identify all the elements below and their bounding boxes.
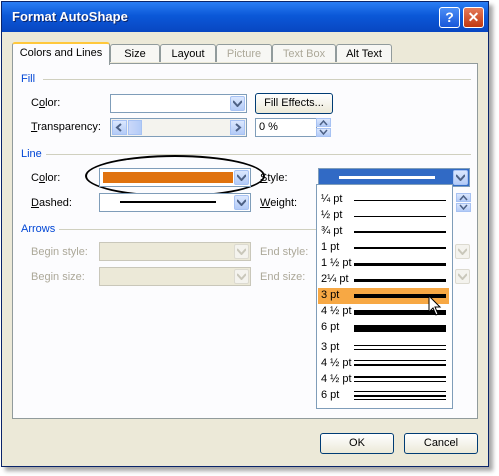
spin-down-icon[interactable] [456, 203, 471, 212]
close-button[interactable]: ✕ [463, 7, 484, 28]
tab-label: Alt Text [346, 48, 382, 60]
cancel-button[interactable]: Cancel [404, 433, 478, 454]
arrows-section-title: Arrows [21, 223, 56, 235]
spin-up-icon[interactable] [316, 118, 331, 127]
line-weight-preview [354, 263, 446, 266]
tab-label: Colors and Lines [19, 47, 103, 59]
style-option-label: ¼ pt [321, 193, 343, 205]
style-option-label: 4 ½ pt [321, 357, 352, 369]
ok-button[interactable]: OK [320, 433, 394, 454]
style-option-label: 2¼ pt [321, 273, 349, 285]
style-option-label: ½ pt [321, 209, 343, 221]
tab-layout[interactable]: Layout [160, 44, 216, 62]
style-preview-line [339, 176, 435, 179]
chevron-down-icon[interactable] [234, 170, 249, 185]
line-color-swatch [103, 172, 233, 183]
line-weight-preview [354, 325, 446, 332]
style-option-label: 3 pt [321, 289, 340, 301]
dash-preview-line [120, 201, 216, 203]
style-option[interactable]: ¼ pt [318, 192, 449, 208]
style-label: Style: [260, 172, 288, 184]
line-color-label: Color: [31, 172, 61, 184]
title-bar[interactable]: Format AutoShape ? ✕ [2, 2, 488, 32]
dashed-combo[interactable] [99, 193, 251, 212]
weight-label: Weight: [260, 197, 298, 209]
end-size-label: End size: [260, 271, 306, 283]
chevron-down-icon [234, 269, 249, 284]
tab-picture: Picture [216, 44, 272, 62]
chevron-down-icon[interactable] [453, 170, 468, 185]
chevron-down-icon[interactable] [234, 195, 249, 210]
line-weight-preview [354, 231, 446, 233]
fill-color-label: Color: [31, 97, 61, 109]
line-weight-preview [354, 345, 446, 350]
dialog-title: Format AutoShape [12, 9, 128, 24]
style-option-label: 4 ½ pt [321, 373, 352, 385]
style-option-label: 6 pt [321, 389, 340, 401]
tab-alt-text[interactable]: Alt Text [336, 44, 392, 62]
line-weight-preview [354, 200, 446, 201]
transparency-field[interactable]: 0 % [255, 118, 317, 137]
style-option[interactable]: ½ pt [318, 208, 449, 224]
style-option-label: ¾ pt [321, 225, 343, 237]
style-option-label: 3 pt [321, 341, 340, 353]
begin-size-label: Begin size: [31, 271, 85, 283]
help-button[interactable]: ? [439, 7, 460, 28]
style-option[interactable]: 2¼ pt [318, 272, 449, 288]
style-option[interactable]: 4 ½ pt [318, 356, 449, 372]
chevron-down-icon [455, 244, 470, 259]
dashed-label: Dashed: [31, 197, 72, 209]
divider [59, 229, 317, 230]
style-option[interactable]: 4 ½ pt [318, 372, 449, 388]
line-weight-preview [354, 247, 446, 249]
tab-size[interactable]: Size [110, 44, 160, 62]
spin-down-icon[interactable] [316, 128, 331, 137]
transparency-value: 0 % [259, 121, 278, 133]
spin-up-icon[interactable] [456, 193, 471, 202]
line-weight-preview [354, 376, 446, 382]
end-style-label: End style: [260, 246, 309, 258]
divider [43, 79, 471, 80]
tab-label: Picture [226, 48, 262, 60]
line-weight-preview [354, 216, 446, 217]
begin-style-label: Begin style: [31, 246, 88, 258]
style-option-label: 6 pt [321, 321, 340, 333]
tab-label: Layout [171, 48, 205, 60]
chevron-down-icon [455, 269, 470, 284]
style-option-label: 1 ½ pt [321, 257, 352, 269]
line-section-title: Line [21, 148, 42, 160]
scroll-left-icon[interactable] [112, 120, 127, 135]
mouse-cursor-icon [428, 295, 442, 316]
tab-colors-and-lines[interactable]: Colors and Lines [12, 42, 110, 65]
style-option[interactable]: 6 pt [318, 320, 449, 336]
scroll-right-icon[interactable] [230, 120, 245, 135]
line-weight-preview [354, 279, 446, 282]
fill-color-combo[interactable] [110, 94, 247, 113]
chevron-down-icon[interactable] [230, 96, 245, 111]
line-color-combo[interactable] [99, 168, 251, 187]
tab-text-box: Text Box [272, 44, 336, 62]
chevron-down-icon [234, 244, 249, 259]
transparency-spinner[interactable] [316, 118, 331, 137]
style-option-label: 4 ½ pt [321, 305, 352, 317]
weight-spinner[interactable] [456, 193, 471, 212]
style-option-label: 1 pt [321, 241, 340, 253]
fill-section-title: Fill [21, 73, 36, 85]
begin-size-combo [99, 267, 251, 286]
style-option[interactable]: ¾ pt [318, 224, 449, 240]
slider-thumb[interactable] [128, 120, 142, 135]
divider [46, 154, 471, 155]
transparency-label: Transparency: [31, 121, 101, 133]
tab-label: Text Box [282, 48, 326, 60]
transparency-slider[interactable] [110, 118, 247, 137]
style-option[interactable]: 1 ½ pt [318, 256, 449, 272]
style-option[interactable]: 3 pt [318, 340, 449, 356]
fill-effects-button[interactable]: Fill Effects... [255, 93, 333, 114]
tab-label: Size [124, 48, 146, 60]
style-option[interactable]: 1 pt [318, 240, 449, 256]
style-option[interactable]: 6 pt [318, 388, 449, 404]
line-weight-preview [354, 360, 446, 366]
begin-style-combo [99, 242, 251, 261]
line-weight-preview [354, 391, 446, 400]
